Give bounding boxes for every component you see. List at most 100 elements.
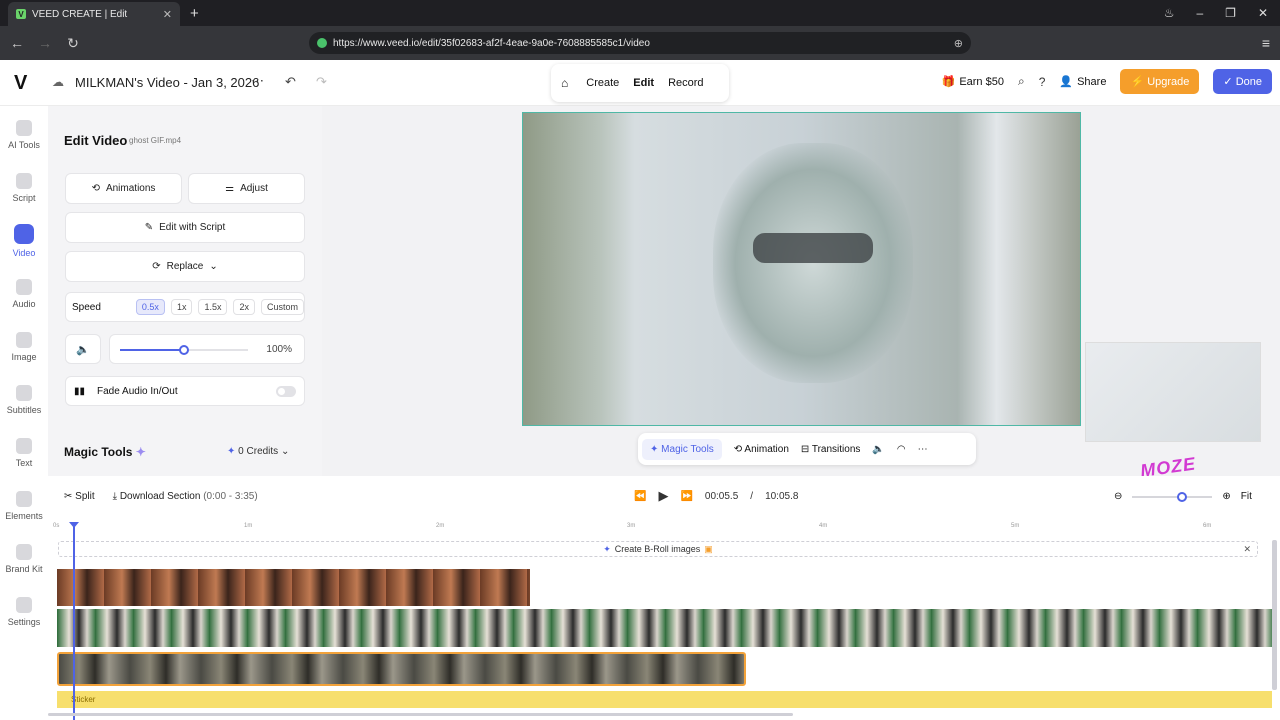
zoom-in-icon[interactable]: ⊕ (1222, 491, 1230, 502)
share-button[interactable]: 👤 Share (1059, 75, 1106, 89)
minimize-icon[interactable]: – (1196, 6, 1203, 20)
rail-subtitles[interactable]: Subtitles (0, 385, 48, 415)
veed-logo[interactable]: V (14, 72, 27, 95)
play-icon[interactable]: ▶ (658, 488, 668, 504)
project-title[interactable]: MILKMAN's Video - Jan 3, 2026 (75, 75, 259, 90)
video-frame-sunglasses (753, 233, 873, 263)
broll-prompt[interactable]: ✦ Create B-Roll images ▣ ✕ (58, 541, 1258, 557)
rail-label: Elements (5, 511, 43, 521)
video-frame-face (713, 143, 913, 383)
reload-icon[interactable]: ↻ (62, 35, 84, 52)
timeline-toolbar: ✂ Split ⤓ Download Section (0:00 - 3:35)… (48, 476, 1280, 520)
rail-ai-tools[interactable]: AI Tools (0, 120, 48, 150)
adjust-button[interactable]: ⚌ Adjust (188, 173, 305, 204)
webcam-overlay[interactable] (1085, 342, 1261, 442)
speed-option-1-5x[interactable]: 1.5x (198, 299, 228, 315)
rail-label: Audio (12, 299, 36, 309)
sliders-icon: ⚌ (225, 183, 235, 194)
fit-button[interactable]: Fit (1241, 491, 1252, 502)
rail-label: AI Tools (8, 140, 40, 150)
pencil-icon: ✎ (144, 222, 154, 233)
speed-gauge-icon[interactable]: ◠ (897, 444, 906, 455)
rail-script[interactable]: Script (0, 173, 48, 203)
close-window-icon[interactable]: ✕ (1258, 6, 1268, 20)
video-preview[interactable] (522, 112, 1081, 426)
zoom-knob[interactable] (1177, 491, 1188, 502)
fast-forward-icon[interactable]: ⏩ (680, 491, 692, 502)
flame-icon[interactable]: ♨ (1164, 6, 1175, 20)
url-field[interactable]: https://www.veed.io/edit/35f02683-af2f-4… (309, 32, 971, 54)
sticker-track[interactable]: Sticker (57, 691, 1272, 708)
rail-brand-kit[interactable]: Brand Kit (0, 544, 48, 574)
rail-label: Settings (7, 617, 41, 627)
playback-controls: ⏪ ▶ ⏩ 00:05.5 / 10:05.8 (634, 488, 798, 504)
selected-video-clip[interactable] (57, 652, 746, 686)
playhead[interactable] (69, 522, 79, 720)
magic-tools-button[interactable]: ✦ Magic Tools (642, 438, 722, 460)
forward-icon[interactable]: → (34, 35, 56, 51)
home-icon[interactable]: ⌂ (561, 76, 568, 90)
more-icon[interactable]: ⋯ (918, 444, 928, 455)
speed-option-custom[interactable]: Custom (260, 299, 304, 315)
zoom-out-icon[interactable]: ⊖ (1114, 491, 1122, 502)
volume-knob[interactable] (179, 345, 189, 355)
credits-dropdown[interactable]: ✦ 0 Credits ⌄ (227, 446, 289, 457)
horizontal-scrollbar[interactable] (48, 713, 793, 716)
zoom-slider[interactable] (1132, 491, 1213, 502)
back-icon[interactable]: ← (6, 35, 28, 51)
redo-icon[interactable]: ↷ (316, 74, 327, 90)
rail-text[interactable]: Text (0, 438, 48, 468)
mode-record[interactable]: Record (668, 77, 703, 89)
undo-icon[interactable]: ↶ (285, 74, 296, 90)
script-icon (16, 173, 32, 189)
earn-button[interactable]: 🎁 Earn $50 (942, 75, 1004, 89)
volume-icon[interactable]: 🔈 (872, 444, 884, 455)
close-icon[interactable]: ✕ (1243, 544, 1251, 555)
veed-favicon-icon: V (16, 9, 26, 19)
more-options-icon[interactable]: ⋯ (251, 73, 264, 89)
help-icon[interactable]: ? (1039, 75, 1046, 89)
close-tab-icon[interactable]: ✕ (163, 8, 172, 21)
text-icon (16, 438, 32, 454)
zoom-controls: ⊖ ⊕ Fit (1114, 491, 1252, 502)
cast-icon[interactable]: ⊕ (954, 37, 963, 50)
ruler-label: 4m (819, 523, 828, 529)
speed-option-2x[interactable]: 2x (233, 299, 255, 315)
mode-edit[interactable]: Edit (633, 77, 654, 89)
speed-option-1x[interactable]: 1x (170, 299, 193, 315)
animations-button[interactable]: ⟲ Animations (65, 173, 182, 204)
split-button[interactable]: ✂ Split (64, 491, 95, 502)
rail-image[interactable]: Image (0, 332, 48, 362)
done-button[interactable]: ✓ Done (1213, 69, 1272, 94)
timeline: 0s 1m 2m 3m 4m 5m 6m ✦ Create B-Roll ima… (48, 520, 1280, 720)
vertical-scrollbar[interactable] (1272, 540, 1277, 690)
transitions-button[interactable]: ⊟ Transitions (801, 444, 861, 455)
adjust-label: Adjust (240, 183, 268, 194)
rail-audio[interactable]: Audio (0, 279, 48, 309)
volume-icon[interactable]: 🔈 (65, 334, 101, 364)
fade-toggle[interactable] (276, 386, 296, 397)
browser-menu-icon[interactable]: ≡ (1262, 35, 1270, 51)
rail-elements[interactable]: Elements (0, 491, 48, 521)
search-icon[interactable]: ⌕ (1018, 74, 1025, 89)
video-clip-track-1[interactable] (57, 569, 530, 606)
speed-option-0-5x[interactable]: 0.5x (135, 299, 165, 315)
edit-with-script-button[interactable]: ✎ Edit with Script (65, 212, 305, 243)
mode-create[interactable]: Create (586, 77, 619, 89)
volume-slider[interactable] (120, 345, 248, 355)
volume-value[interactable]: 100% (266, 344, 292, 355)
time-ruler[interactable]: 0s 1m 2m 3m 4m 5m 6m (48, 520, 1280, 534)
video-clip-track-2[interactable] (57, 609, 1272, 647)
rail-video[interactable]: Video (0, 224, 48, 258)
upgrade-button[interactable]: ⚡ Upgrade (1120, 69, 1200, 94)
browser-tab[interactable]: V VEED CREATE | Edit ✕ (8, 2, 180, 26)
animation-label: Animation (744, 443, 789, 455)
replace-button[interactable]: ⟳ Replace ⌄ (65, 251, 305, 282)
new-tab-icon[interactable]: + (190, 5, 199, 22)
download-section-button[interactable]: ⤓ Download Section (0:00 - 3:35) (113, 491, 258, 502)
mode-bar: ⌂ Create Edit Record (551, 64, 729, 102)
rail-settings[interactable]: Settings (0, 597, 48, 627)
rewind-icon[interactable]: ⏪ (634, 491, 646, 502)
animation-button[interactable]: ⟲ Animation (734, 444, 789, 455)
maximize-icon[interactable]: ❐ (1225, 6, 1236, 20)
